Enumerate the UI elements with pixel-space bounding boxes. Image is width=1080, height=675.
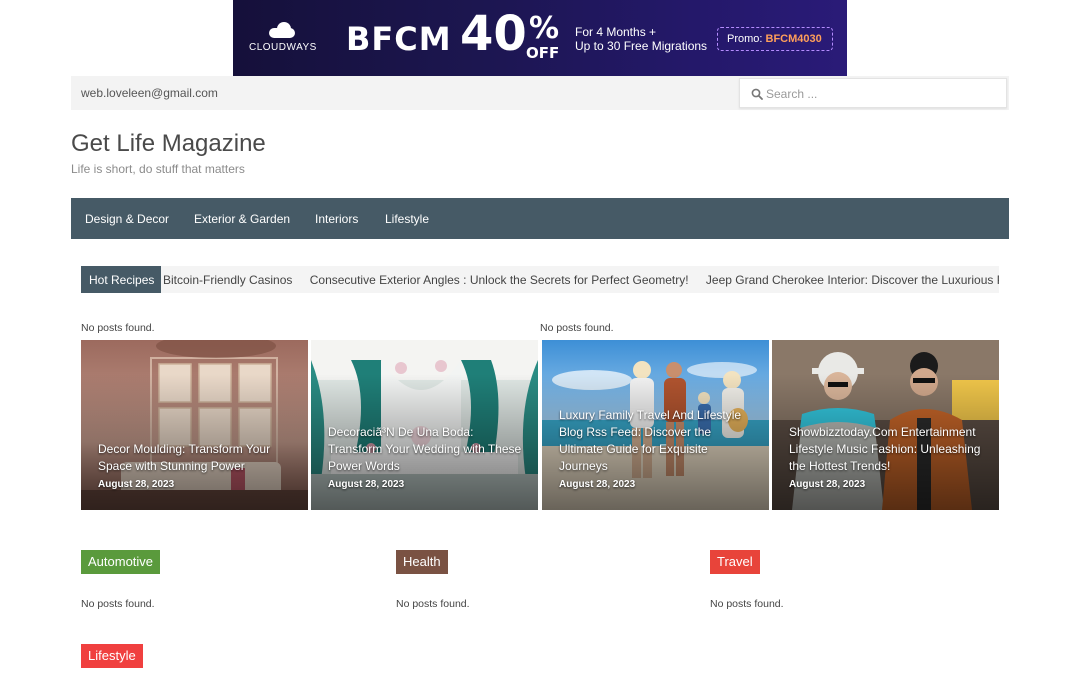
cloud-icon	[267, 22, 297, 38]
card-title[interactable]: Luxury Family Travel And Lifestyle Blog …	[559, 407, 755, 475]
ticker-item[interactable]: Consecutive Exterior Angles : Unlock the…	[310, 273, 689, 287]
promo-code-box: Promo: BFCM4030	[717, 27, 833, 51]
feature-card-wedding[interactable]: Decoraciã³N De Una Boda: Transform Your …	[311, 340, 538, 510]
no-posts-message: No posts found.	[710, 598, 784, 610]
no-posts-message: No posts found.	[540, 322, 614, 334]
card-date: August 28, 2023	[328, 479, 405, 490]
card-title[interactable]: Decor Moulding: Transform Your Space wit…	[98, 441, 294, 475]
search-box[interactable]	[739, 78, 1007, 108]
category-health[interactable]: Health	[396, 550, 448, 574]
news-ticker: Hot Recipes Bitcoin-Friendly Casinos Con…	[81, 266, 999, 293]
discount-number: 40	[460, 6, 527, 62]
ticker-item[interactable]: Bitcoin-Friendly Casinos	[163, 273, 292, 287]
feature-card-luxury-travel[interactable]: Luxury Family Travel And Lifestyle Blog …	[542, 340, 769, 510]
search-input[interactable]	[766, 83, 996, 105]
ticker-item[interactable]: Jeep Grand Cherokee Interior: Discover t…	[706, 273, 999, 287]
promo-label: Promo:	[727, 33, 766, 45]
site-tagline: Life is short, do stuff that matters	[71, 162, 245, 176]
card-title[interactable]: Showbizztoday.Com Entertainment Lifestyl…	[789, 424, 985, 475]
cloudways-logo: CLOUDWAYS	[249, 18, 319, 58]
discount-off: OFF	[526, 44, 560, 62]
no-posts-message: No posts found.	[81, 322, 155, 334]
promo-code: BFCM4030	[765, 33, 822, 45]
feature-card-showbizz-fashion[interactable]: Showbizztoday.Com Entertainment Lifestyl…	[772, 340, 999, 510]
top-bar: web.loveleen@gmail.com	[71, 76, 1009, 110]
nav-item-lifestyle[interactable]: Lifestyle	[385, 212, 429, 226]
nav-item-interiors[interactable]: Interiors	[315, 212, 358, 226]
no-posts-message: No posts found.	[396, 598, 470, 610]
ticker-items: Bitcoin-Friendly Casinos Consecutive Ext…	[163, 273, 999, 287]
offer-line-2: Up to 30 Free Migrations	[575, 39, 708, 53]
cloudways-brand-text: CLOUDWAYS	[249, 42, 317, 53]
nav-item-design-decor[interactable]: Design & Decor	[85, 212, 169, 226]
no-posts-message: No posts found.	[81, 598, 155, 610]
card-date: August 28, 2023	[789, 479, 866, 490]
main-navigation: Design & Decor Exterior & Garden Interio…	[71, 198, 1009, 239]
discount-percent: %	[529, 11, 560, 46]
site-title[interactable]: Get Life Magazine	[71, 130, 266, 158]
card-title[interactable]: Decoraciã³N De Una Boda: Transform Your …	[328, 424, 524, 475]
offer-line-1: For 4 Months +	[575, 25, 657, 39]
ticker-label: Hot Recipes	[81, 266, 161, 293]
contact-email: web.loveleen@gmail.com	[81, 86, 218, 100]
promo-banner[interactable]: CLOUDWAYS BFCM 40 % OFF For 4 Months + U…	[233, 0, 847, 76]
bfcm-text: BFCM	[346, 20, 452, 58]
search-icon[interactable]	[751, 88, 763, 100]
card-date: August 28, 2023	[559, 479, 636, 490]
card-date: August 28, 2023	[98, 479, 175, 490]
category-travel[interactable]: Travel	[710, 550, 760, 574]
category-automotive[interactable]: Automotive	[81, 550, 161, 574]
category-lifestyle[interactable]: Lifestyle	[81, 644, 143, 668]
nav-item-exterior-garden[interactable]: Exterior & Garden	[194, 212, 290, 226]
feature-card-decor-moulding[interactable]: Decor Moulding: Transform Your Space wit…	[81, 340, 308, 510]
